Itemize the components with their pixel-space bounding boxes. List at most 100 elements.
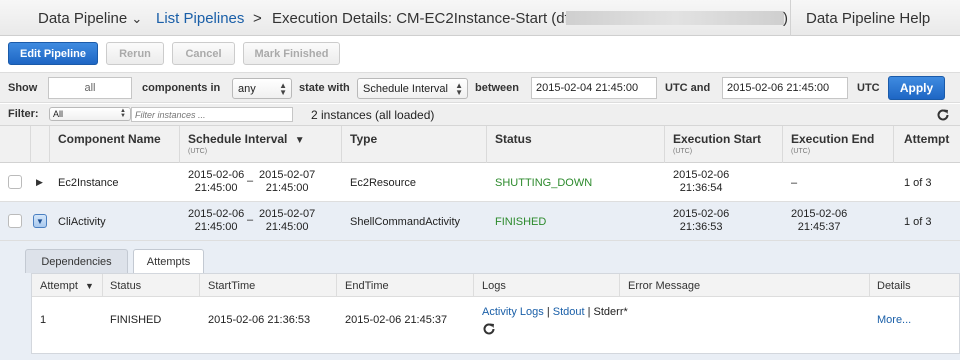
attempts-table: Attempt ▼ Status StartTime EndTime Logs … xyxy=(31,273,960,354)
list-pipelines-link[interactable]: List Pipelines xyxy=(156,10,244,27)
end-datetime-input[interactable]: 2015-02-06 21:45:00 xyxy=(722,77,848,99)
column-divider xyxy=(893,126,894,163)
page-title: Execution Details: CM-EC2Instance-Start … xyxy=(272,10,574,27)
schedule-dash: – xyxy=(247,175,254,187)
schedule-start-date: 2015-02-06 xyxy=(188,208,245,220)
help-link[interactable]: Data Pipeline Help xyxy=(806,10,930,27)
rerun-button[interactable]: Rerun xyxy=(106,42,164,65)
page-title-close: ) xyxy=(783,10,788,27)
log-links: Activity Logs | Stdout | Stderr* xyxy=(482,306,628,318)
topbar-divider xyxy=(790,0,791,36)
status-badge: FINISHED xyxy=(495,216,547,228)
start-datetime-input[interactable]: 2015-02-04 21:45:00 xyxy=(531,77,657,99)
filter-scope-select[interactable]: All ▲ ▼ xyxy=(49,107,131,121)
header-details[interactable]: Details xyxy=(877,280,911,292)
components-in-label: components in xyxy=(142,82,221,94)
column-divider xyxy=(486,126,487,163)
state-select-value: Schedule Interval xyxy=(363,82,448,95)
instance-filter-row: Filter: All ▲▼ 2 instances (all loaded) xyxy=(0,104,960,126)
log-separator: | xyxy=(546,306,550,318)
schedule-end-date: 2015-02-07 xyxy=(259,208,316,220)
execution-start-date: 2015-02-06 xyxy=(673,169,730,181)
apply-button[interactable]: Apply xyxy=(888,76,945,100)
column-divider xyxy=(782,126,783,163)
header-schedule-label: Schedule Interval xyxy=(188,132,288,146)
expand-row-icon[interactable]: ▶ xyxy=(36,177,43,188)
attempts-table-row: 1 FINISHED 2015-02-06 21:36:53 2015-02-0… xyxy=(32,297,959,353)
header-schedule-sub: (UTC) xyxy=(188,148,208,155)
tab-dependencies[interactable]: Dependencies xyxy=(25,249,128,273)
filter-label: Filter: xyxy=(8,108,39,120)
filter-instances-input[interactable] xyxy=(131,107,293,122)
header-component-name[interactable]: Component Name xyxy=(58,132,161,146)
header-type[interactable]: Type xyxy=(350,132,377,146)
components-select[interactable]: any ▲ ▼ xyxy=(232,78,292,99)
row-checkbox[interactable] xyxy=(8,214,22,228)
table-row[interactable]: ▶ Ec2Instance 2015-02-06 21:45:00 – 2015… xyxy=(0,163,960,202)
header-execution-end-label: Execution End xyxy=(791,132,875,146)
cancel-button[interactable]: Cancel xyxy=(172,42,235,65)
schedule-start-time: 21:45:00 xyxy=(194,182,238,194)
schedule-start: 2015-02-06 21:45:00 xyxy=(188,169,244,195)
header-start-time[interactable]: StartTime xyxy=(208,280,255,292)
header-error-message[interactable]: Error Message xyxy=(628,280,700,292)
execution-end: 2015-02-06 21:45:37 xyxy=(791,208,847,234)
schedule-end-time: 21:45:00 xyxy=(265,182,309,194)
header-attempt[interactable]: Attempt xyxy=(904,132,949,146)
component-name: CliActivity xyxy=(58,216,106,228)
component-filter-bar: Show all components in any ▲ ▼ state with… xyxy=(0,72,960,103)
table-row[interactable]: ▼ CliActivity 2015-02-06 21:45:00 – 2015… xyxy=(0,202,960,241)
column-divider xyxy=(341,126,342,163)
activity-logs-link[interactable]: Activity Logs xyxy=(482,306,544,318)
header-attempt-label: Attempt xyxy=(40,280,78,292)
sort-desc-icon: ▼ xyxy=(294,135,305,146)
header-execution-start[interactable]: Execution Start (UTC) xyxy=(673,132,761,155)
select-arrows-icon: ▲ ▼ xyxy=(279,81,287,97)
filter-scope-value: All xyxy=(53,109,64,119)
schedule-start-time: 21:45:00 xyxy=(194,221,238,233)
stderr-link[interactable]: Stderr* xyxy=(594,306,628,318)
header-schedule-interval[interactable]: Schedule Interval ▼ (UTC) xyxy=(188,132,305,155)
header-end-time[interactable]: EndTime xyxy=(345,280,389,292)
row-checkbox[interactable] xyxy=(8,175,22,189)
execution-start-time: 21:36:54 xyxy=(679,182,723,194)
tab-attempts[interactable]: Attempts xyxy=(133,249,204,274)
execution-start-time: 21:36:53 xyxy=(679,221,723,233)
execution-start: 2015-02-06 21:36:54 xyxy=(673,169,729,195)
mark-finished-button[interactable]: Mark Finished xyxy=(243,42,340,65)
state-select[interactable]: Schedule Interval ▲ ▼ xyxy=(357,78,468,99)
attempt-number: 1 xyxy=(40,314,47,326)
refresh-icon[interactable] xyxy=(936,108,950,122)
component-type: ShellCommandActivity xyxy=(350,216,461,228)
column-divider xyxy=(49,126,50,163)
header-logs[interactable]: Logs xyxy=(482,280,506,292)
header-execution-end[interactable]: Execution End (UTC) xyxy=(791,132,874,155)
more-details-link[interactable]: More... xyxy=(877,314,911,326)
column-divider xyxy=(473,274,474,297)
schedule-dash: – xyxy=(247,214,254,226)
stdout-link[interactable]: Stdout xyxy=(553,306,585,318)
schedule-end-date: 2015-02-07 xyxy=(259,169,316,181)
header-status[interactable]: Status xyxy=(110,280,141,292)
header-execution-start-label: Execution Start xyxy=(673,132,762,146)
schedule-end-time: 21:45:00 xyxy=(265,221,309,233)
collapse-row-icon[interactable]: ▼ xyxy=(33,214,47,228)
service-menu[interactable]: Data Pipeline ⌄ xyxy=(38,10,142,27)
attempts-table-header: Attempt ▼ Status StartTime EndTime Logs … xyxy=(32,274,959,297)
execution-start: 2015-02-06 21:36:53 xyxy=(673,208,729,234)
header-execution-start-sub: (UTC) xyxy=(673,148,693,155)
between-label: between xyxy=(475,82,520,94)
execution-end-time: 21:45:37 xyxy=(797,221,841,233)
breadcrumb-separator: > xyxy=(253,10,262,27)
column-divider xyxy=(179,126,180,163)
header-attempt[interactable]: Attempt ▼ xyxy=(40,280,94,292)
refresh-icon[interactable] xyxy=(482,322,496,336)
status-badge: SHUTTING_DOWN xyxy=(495,177,593,189)
edit-pipeline-button[interactable]: Edit Pipeline xyxy=(8,42,98,65)
show-input[interactable]: all xyxy=(48,77,132,99)
header-status[interactable]: Status xyxy=(495,132,532,146)
attempt-end-time: 2015-02-06 21:45:37 xyxy=(345,314,448,326)
component-name: Ec2Instance xyxy=(58,177,119,189)
instances-table-header: Component Name Schedule Interval ▼ (UTC)… xyxy=(0,126,960,163)
sort-desc-icon: ▼ xyxy=(84,281,94,291)
